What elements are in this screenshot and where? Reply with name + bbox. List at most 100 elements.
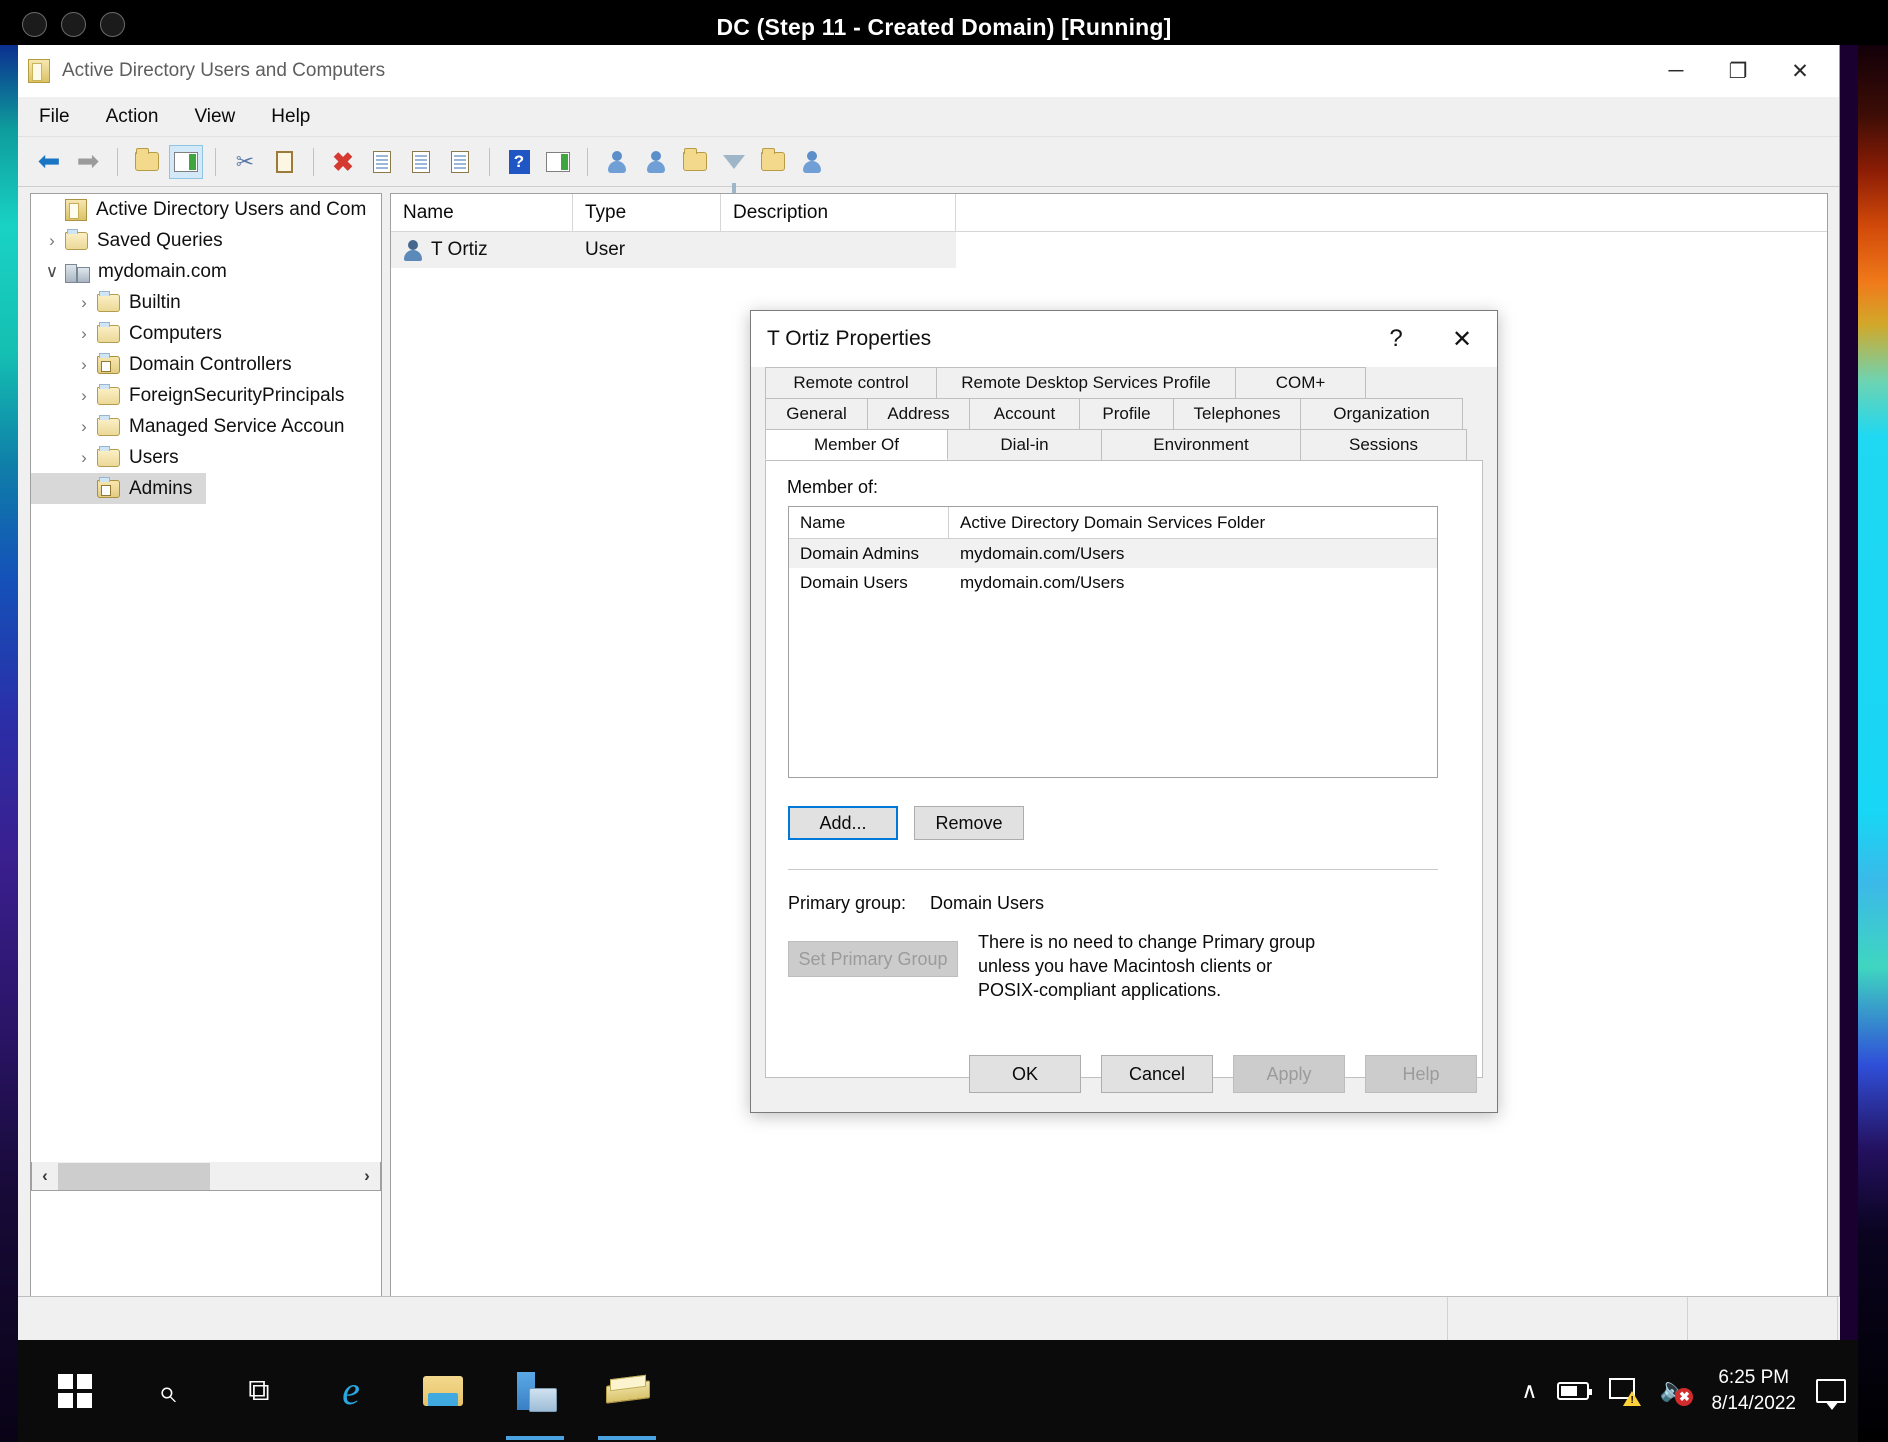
cell-name[interactable]: T Ortiz — [391, 239, 573, 261]
show-run-icon[interactable] — [541, 145, 575, 179]
dialog-titlebar[interactable]: T Ortiz Properties ? ✕ — [751, 311, 1497, 367]
scroll-right-icon[interactable]: › — [354, 1166, 380, 1186]
server-manager-button[interactable] — [498, 1340, 572, 1442]
chevron-right-icon[interactable]: › — [71, 324, 97, 344]
tree-item-mydomain[interactable]: ∨ mydomain.com — [31, 256, 381, 287]
add-button[interactable]: Add... — [788, 806, 898, 840]
chevron-right-icon[interactable]: › — [71, 293, 97, 313]
tab-row-1[interactable]: Remote control Remote Desktop Services P… — [765, 367, 1483, 398]
tab-general[interactable]: General — [765, 398, 868, 429]
member-of-list[interactable]: Name Active Directory Domain Services Fo… — [788, 506, 1438, 778]
vm-close-button[interactable] — [22, 12, 47, 37]
scrollbar-track[interactable] — [210, 1163, 354, 1190]
column-header-name[interactable]: Name — [391, 194, 573, 231]
list-rows[interactable]: T Ortiz User — [391, 232, 1827, 268]
tab-com-plus[interactable]: COM+ — [1235, 367, 1366, 398]
help-icon[interactable]: ? — [502, 145, 536, 179]
delete-icon[interactable]: ✖ — [326, 145, 360, 179]
chevron-right-icon[interactable]: › — [71, 355, 97, 375]
column-header-ad-folder[interactable]: Active Directory Domain Services Folder — [949, 507, 1436, 538]
dialog-tabs[interactable]: Remote control Remote Desktop Services P… — [751, 367, 1497, 460]
close-icon[interactable]: ✕ — [1429, 311, 1495, 367]
tab-dial-in[interactable]: Dial-in — [947, 429, 1102, 460]
export-list-icon[interactable] — [443, 145, 477, 179]
taskbar-items[interactable]: ⌕ ⧉ e — [38, 1340, 664, 1442]
chevron-right-icon[interactable]: › — [71, 386, 97, 406]
aduc-titlebar[interactable]: Active Directory Users and Computers ─ ❐… — [18, 45, 1839, 97]
filter-icon[interactable] — [717, 145, 751, 193]
tab-profile[interactable]: Profile — [1079, 398, 1174, 429]
tree-horizontal-scrollbar[interactable]: ‹ › — [31, 1162, 381, 1191]
tab-remote-desktop-services-profile[interactable]: Remote Desktop Services Profile — [936, 367, 1236, 398]
tree-item-admins[interactable]: Admins — [31, 473, 206, 504]
remove-button[interactable]: Remove — [914, 806, 1024, 840]
tree-item-users[interactable]: › Users — [31, 442, 381, 473]
column-header-type[interactable]: Type — [573, 194, 721, 231]
set-primary-group-button[interactable]: Set Primary Group — [788, 941, 958, 977]
toolbar[interactable]: ⬅ ➡ ✂ ✖ ? — [18, 137, 1839, 193]
properties-dialog[interactable]: T Ortiz Properties ? ✕ Remote control Re… — [750, 310, 1498, 1113]
network-warning-icon[interactable] — [1609, 1378, 1642, 1406]
forward-icon[interactable]: ➡ — [71, 145, 105, 179]
chevron-down-icon[interactable]: ∨ — [39, 262, 65, 282]
back-icon[interactable]: ⬅ — [32, 145, 66, 179]
tree-item-saved-queries[interactable]: › Saved Queries — [31, 225, 381, 256]
chevron-right-icon[interactable]: › — [71, 448, 97, 468]
cancel-button[interactable]: Cancel — [1101, 1055, 1213, 1093]
minimize-button[interactable]: ─ — [1645, 45, 1707, 97]
show-hidden-icons-icon[interactable]: ∧ — [1521, 1378, 1537, 1404]
cut-icon[interactable]: ✂ — [228, 145, 262, 179]
volume-muted-icon[interactable]: 🔈 ✖ — [1659, 1378, 1694, 1406]
help-button[interactable]: Help — [1365, 1055, 1477, 1093]
list-header[interactable]: Name Type Description — [391, 194, 1827, 232]
taskbar[interactable]: ⌕ ⧉ e ∧ ! 🔈 ✖ 6:25 PM 8/14/2022 — [18, 1340, 1858, 1442]
menu-view[interactable]: View — [191, 102, 238, 132]
menu-help[interactable]: Help — [268, 102, 313, 132]
system-tray[interactable]: ∧ 🔈✖ 6:25 PM 8/14/2022 — [1521, 1340, 1846, 1442]
tab-row-3[interactable]: Member Of Dial-in Environment Sessions — [765, 429, 1483, 460]
table-row[interactable]: T Ortiz User — [391, 232, 956, 268]
show-hide-console-tree-icon[interactable] — [169, 144, 203, 179]
window-controls[interactable]: ─ ❐ ✕ — [1645, 45, 1831, 97]
search-button[interactable]: ⌕ — [130, 1340, 204, 1442]
add-members-icon[interactable] — [795, 145, 829, 179]
scroll-left-icon[interactable]: ‹ — [32, 1166, 58, 1186]
start-button[interactable] — [38, 1340, 112, 1442]
member-of-list-header[interactable]: Name Active Directory Domain Services Fo… — [789, 507, 1437, 539]
apply-button[interactable]: Apply — [1233, 1055, 1345, 1093]
file-explorer-button[interactable] — [406, 1340, 480, 1442]
refresh-icon[interactable] — [404, 145, 438, 179]
dialog-title-buttons[interactable]: ? ✕ — [1363, 311, 1495, 367]
battery-icon[interactable] — [1557, 1382, 1593, 1400]
scrollbar-thumb[interactable] — [58, 1162, 210, 1190]
tree-item-foreignsecurityprincipals[interactable]: › ForeignSecurityPrincipals — [31, 380, 381, 411]
sticky-notes-button[interactable] — [590, 1340, 664, 1442]
tab-telephones[interactable]: Telephones — [1173, 398, 1301, 429]
ok-button[interactable]: OK — [969, 1055, 1081, 1093]
tab-member-of[interactable]: Member Of — [765, 429, 948, 460]
chevron-right-icon[interactable]: › — [71, 417, 97, 437]
properties-icon[interactable] — [365, 145, 399, 179]
chevron-right-icon[interactable]: › — [39, 231, 65, 251]
find-icon[interactable] — [756, 145, 790, 179]
new-group-icon[interactable] — [639, 145, 673, 179]
clock[interactable]: 6:25 PM 8/14/2022 — [1711, 1365, 1796, 1416]
tab-organization[interactable]: Organization — [1300, 398, 1463, 429]
vm-traffic-lights[interactable] — [22, 12, 125, 37]
up-one-level-icon[interactable] — [130, 145, 164, 179]
vm-minimize-button[interactable] — [61, 12, 86, 37]
menu-file[interactable]: File — [36, 102, 73, 132]
column-header-description[interactable]: Description — [721, 194, 956, 231]
tab-remote-control[interactable]: Remote control — [765, 367, 937, 398]
column-header-name[interactable]: Name — [789, 507, 949, 538]
tab-sessions[interactable]: Sessions — [1300, 429, 1467, 460]
member-of-row[interactable]: Domain Users mydomain.com/Users — [789, 568, 1437, 597]
tree-item-root[interactable]: Active Directory Users and Com — [31, 194, 381, 225]
maximize-restore-button[interactable]: ❐ — [1707, 45, 1769, 97]
member-of-row[interactable]: Domain Admins mydomain.com/Users — [789, 539, 1437, 568]
copy-icon[interactable] — [267, 145, 301, 179]
new-user-icon[interactable] — [600, 145, 634, 179]
tab-address[interactable]: Address — [867, 398, 970, 429]
tree-item-computers[interactable]: › Computers — [31, 318, 381, 349]
tree-item-domain-controllers[interactable]: › Domain Controllers — [31, 349, 381, 380]
